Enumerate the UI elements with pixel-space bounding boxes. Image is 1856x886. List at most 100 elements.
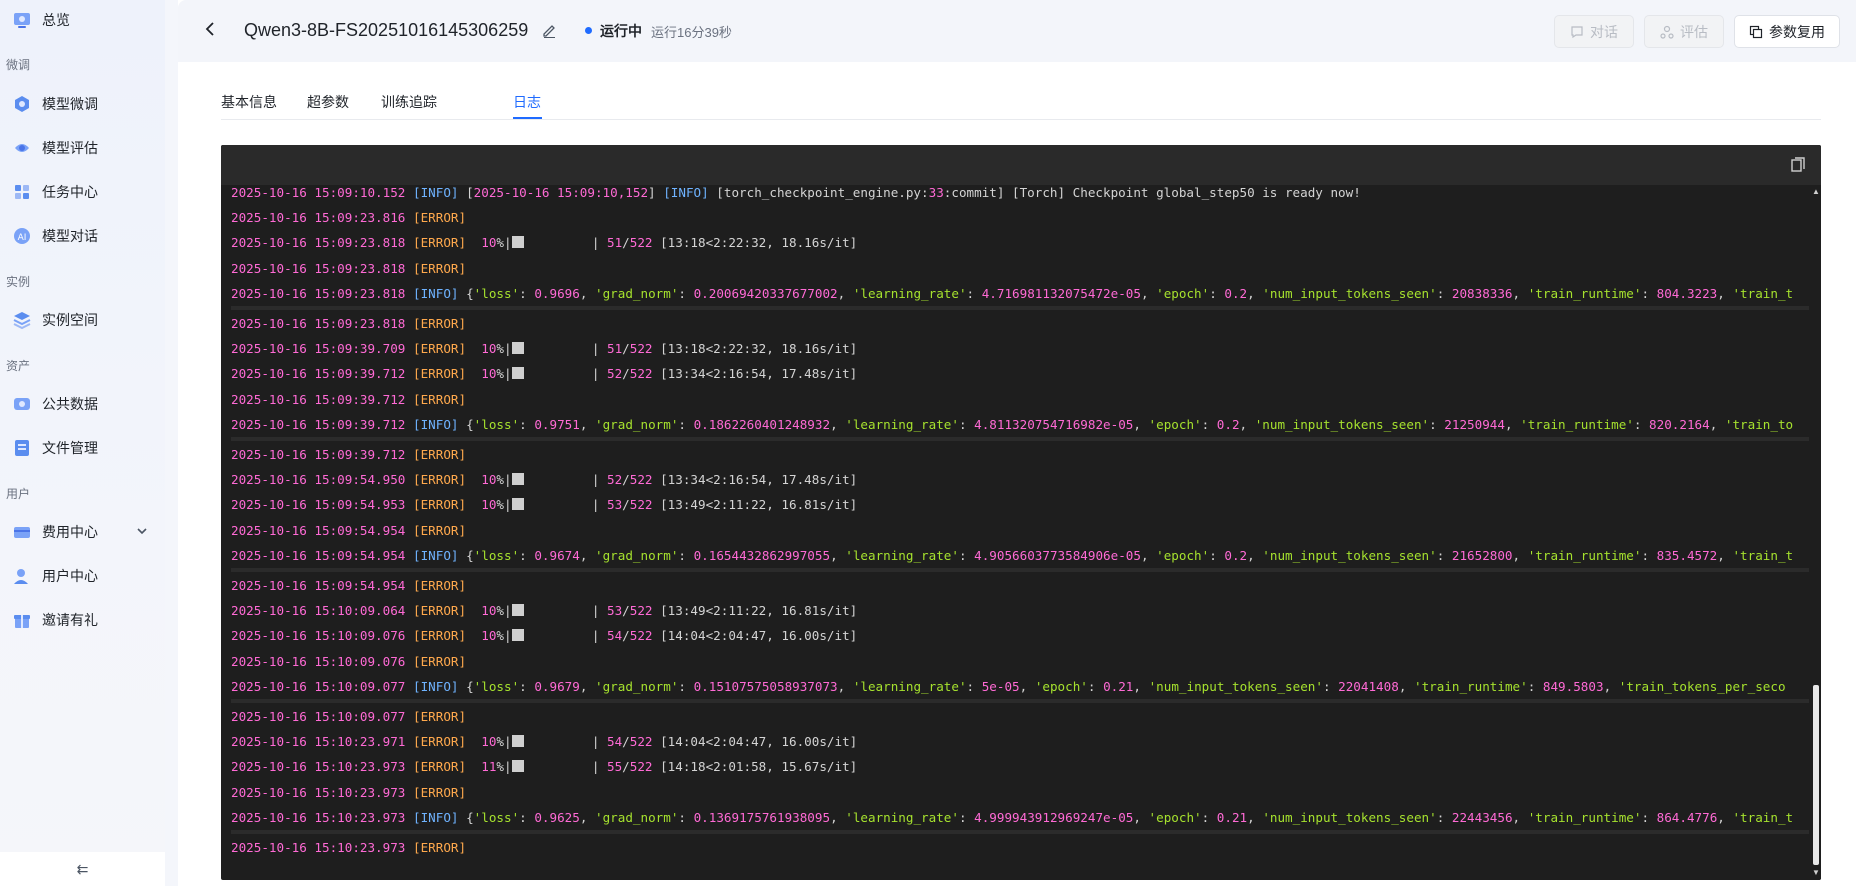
log-timestamp: 2025-10-16 15:09:39.709: [231, 341, 406, 357]
sidebar-item-overview[interactable]: 总览: [12, 6, 70, 34]
log-space: [405, 654, 413, 669]
log-text: |: [523, 734, 607, 750]
log-text: :: [1087, 678, 1104, 694]
log-number: 53: [606, 603, 623, 619]
tab-hyperparams[interactable]: 超参数: [307, 92, 349, 112]
log-horizontal-scroll: [231, 306, 1809, 310]
log-timestamp: 2025-10-16 15:09:54.954: [231, 578, 406, 593]
log-text: :: [519, 416, 535, 432]
log-key: 'train_to: [1724, 416, 1794, 432]
log-horizontal-scroll: [231, 437, 1809, 441]
log-number: 55: [606, 759, 623, 775]
log-level: [ERROR]: [412, 759, 467, 775]
log-level: [ERROR]: [412, 260, 467, 276]
log-space: [466, 603, 481, 618]
log-timestamp: 2025-10-16 15:09:23.818: [231, 316, 406, 331]
progress-bar-block: [511, 342, 524, 355]
chat-button[interactable]: 对话: [1554, 15, 1634, 48]
log-text: ,: [1603, 678, 1619, 694]
chevron-down-icon[interactable]: [136, 525, 148, 540]
sidebar-item-model-chat[interactable]: AI 模型对话: [12, 222, 98, 250]
log-space: [405, 286, 413, 301]
tab-training-trace[interactable]: 训练追踪: [381, 92, 437, 112]
log-text: ,: [1512, 809, 1528, 825]
log-text: {: [458, 809, 474, 825]
log-text: /: [622, 497, 630, 513]
log-number: 522: [629, 341, 653, 357]
billing-icon: [12, 522, 32, 542]
sidebar-item-task-center[interactable]: 任务中心: [12, 178, 98, 206]
log-text: :: [966, 678, 982, 694]
sidebar-item-instance-space[interactable]: 实例空间: [12, 306, 98, 334]
log-text: %|: [496, 603, 512, 619]
sidebar-item-model-eval[interactable]: 模型评估: [12, 134, 98, 162]
log-number: 54: [606, 628, 623, 644]
log-space: [405, 603, 413, 618]
log-line: 2025-10-16 15:10:23.973 [ERROR]: [231, 784, 466, 802]
log-viewer: 2025-10-16 15:09:10.152 [INFO] [2025-10-…: [221, 145, 1821, 880]
sidebar-item-billing[interactable]: 费用中心: [12, 518, 98, 546]
log-text: ,: [1398, 678, 1414, 694]
sidebar-item-invite[interactable]: 邀请有礼: [12, 606, 98, 634]
sidebar-item-label: 模型评估: [42, 140, 98, 156]
log-text: :: [1429, 416, 1445, 432]
eval-button[interactable]: 评估: [1644, 15, 1724, 48]
log-text: :: [958, 809, 975, 825]
log-space: [466, 472, 481, 487]
log-space: [466, 366, 481, 381]
log-key: 'epoch': [1156, 547, 1210, 563]
log-number: 0.1862260401248932: [693, 416, 831, 432]
log-space: [405, 392, 413, 407]
log-text: /: [622, 628, 630, 644]
log-number: 522: [629, 628, 653, 644]
log-key: 'train_t: [1732, 547, 1794, 563]
log-space: [405, 679, 413, 694]
log-content[interactable]: 2025-10-16 15:09:10.152 [INFO] [2025-10-…: [221, 185, 1809, 880]
log-text: [13:34<2:16:54, 17.48s/it]: [660, 366, 858, 382]
log-text: :: [678, 809, 694, 825]
log-space: [405, 210, 413, 225]
log-timestamp: 2025-10-16 15:09:54.954: [231, 547, 406, 563]
log-text: :: [1436, 285, 1452, 301]
log-text: %|: [496, 472, 512, 488]
log-level: [ERROR]: [412, 709, 467, 724]
sidebar-item-label: 总览: [42, 12, 70, 28]
collapse-sidebar-button[interactable]: ⇇: [0, 852, 165, 886]
log-line: 2025-10-16 15:09:39.712 [ERROR]: [231, 391, 466, 409]
log-space: [653, 341, 661, 356]
sidebar-item-model-finetune[interactable]: 模型微调: [12, 90, 98, 118]
sidebar-item-user-center[interactable]: 用户中心: [12, 562, 98, 590]
log-number: 52: [606, 472, 623, 488]
scroll-up-icon[interactable]: ▲: [1812, 187, 1820, 196]
log-text: :: [1209, 285, 1225, 301]
scroll-down-icon[interactable]: ▼: [1812, 868, 1820, 877]
log-line: 2025-10-16 15:09:54.953 [ERROR] 10%| | 5…: [231, 496, 857, 514]
log-number: 0.9674: [534, 547, 580, 563]
log-text: ,: [1247, 285, 1263, 301]
sidebar-item-public-data[interactable]: 公共数据: [12, 390, 98, 418]
log-text: :: [678, 285, 694, 301]
log-key: 'num_input_tokens_seen': [1148, 678, 1323, 694]
log-scrollbar[interactable]: ▲ ▼: [1811, 185, 1821, 880]
back-button[interactable]: [204, 20, 216, 43]
log-number: 10: [481, 472, 497, 488]
log-timestamp: 2025-10-16 15:10:09.076: [231, 628, 406, 644]
log-text: |: [523, 603, 607, 619]
edit-icon[interactable]: [541, 22, 557, 43]
log-text: %|: [496, 628, 512, 644]
sidebar-item-file-manage[interactable]: 文件管理: [12, 434, 98, 462]
log-number: 0.15107575058937073: [693, 678, 838, 694]
reuse-params-button[interactable]: 参数复用: [1734, 15, 1840, 48]
copy-log-button[interactable]: [1791, 157, 1805, 178]
status-badge: 运行中: [600, 23, 642, 39]
log-text: {: [458, 678, 474, 694]
scroll-thumb[interactable]: [1813, 685, 1819, 865]
log-number: 52: [606, 366, 623, 382]
tab-logs[interactable]: 日志: [513, 92, 541, 112]
tab-basic-info[interactable]: 基本信息: [221, 92, 277, 112]
log-line: 2025-10-16 15:09:10.152 [INFO] [2025-10-…: [231, 185, 1361, 202]
log-line: 2025-10-16 15:09:39.709 [ERROR] 10%| | 5…: [231, 340, 857, 358]
log-number: 10: [481, 366, 497, 382]
log-number: 54: [606, 734, 623, 750]
chat-button-label: 对话: [1590, 23, 1618, 40]
